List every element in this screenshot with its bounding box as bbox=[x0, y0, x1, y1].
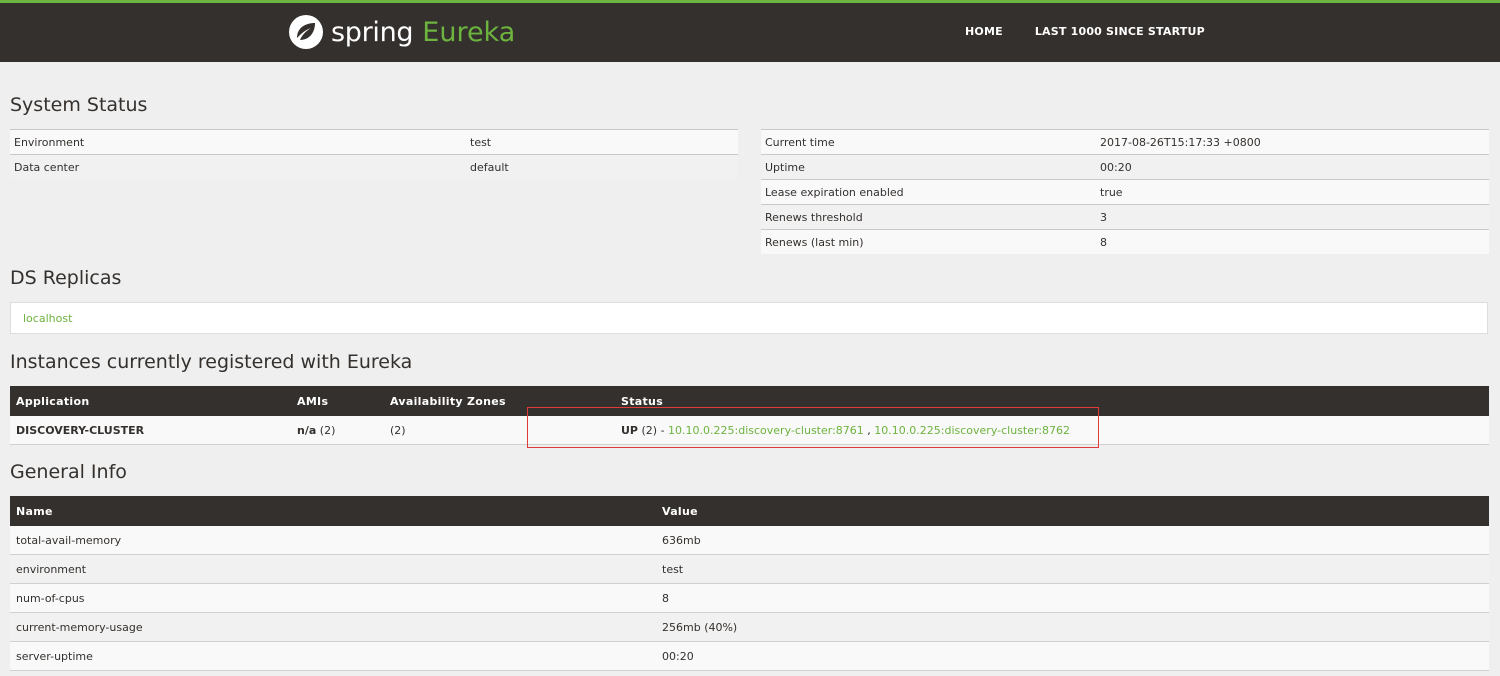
general-info-table: Name Value total-avail-memory 636mb envi… bbox=[10, 496, 1489, 671]
top-navbar: spring Eureka HOME LAST 1000 SINCE START… bbox=[0, 0, 1500, 62]
info-name: num-of-cpus bbox=[10, 583, 656, 613]
column-header: AMIs bbox=[291, 386, 384, 416]
info-value: 256mb (40%) bbox=[656, 612, 1489, 642]
info-value: 636mb bbox=[656, 526, 1489, 555]
column-header: Availability Zones bbox=[384, 386, 615, 416]
general-info-heading: General Info bbox=[10, 461, 127, 483]
table-row: num-of-cpus 8 bbox=[10, 583, 1489, 613]
status-value: 8 bbox=[1096, 229, 1489, 254]
main-nav: HOME LAST 1000 SINCE STARTUP bbox=[965, 25, 1237, 38]
instances-heading: Instances currently registered with Eure… bbox=[10, 351, 413, 373]
table-row: Renews threshold 3 bbox=[761, 204, 1489, 230]
status-key: Uptime bbox=[761, 154, 1096, 180]
status-key: Renews threshold bbox=[761, 204, 1096, 230]
info-name: server-uptime bbox=[10, 641, 656, 671]
brand-logo[interactable]: spring Eureka bbox=[288, 12, 515, 52]
table-row: server-uptime 00:20 bbox=[10, 641, 1489, 671]
instance-link-8761[interactable]: 10.10.0.225:discovery-cluster:8761 bbox=[668, 424, 864, 437]
brand-spring-text: spring bbox=[331, 16, 414, 48]
amis-count: (2) bbox=[319, 423, 336, 437]
table-row: Uptime 00:20 bbox=[761, 154, 1489, 180]
info-name: current-memory-usage bbox=[10, 612, 656, 642]
table-row: Current time 2017-08-26T15:17:33 +0800 bbox=[761, 129, 1489, 155]
link-separator: , bbox=[863, 423, 875, 437]
zones-cell: (2) bbox=[384, 416, 615, 445]
ds-replicas-heading: DS Replicas bbox=[10, 267, 122, 289]
status-key: Current time bbox=[761, 129, 1096, 155]
table-header-row: Name Value bbox=[10, 496, 1489, 526]
nav-last-1000-link[interactable]: LAST 1000 SINCE STARTUP bbox=[1035, 25, 1205, 38]
system-status-heading: System Status bbox=[10, 94, 148, 116]
ds-replicas-list: localhost bbox=[10, 302, 1488, 334]
column-header: Name bbox=[10, 496, 656, 526]
system-status-right-table: Current time 2017-08-26T15:17:33 +0800 U… bbox=[761, 129, 1489, 254]
column-header: Application bbox=[10, 386, 291, 416]
info-value: 8 bbox=[656, 583, 1489, 613]
status-value: true bbox=[1096, 179, 1489, 205]
info-value: test bbox=[656, 554, 1489, 584]
table-row: Environment test bbox=[10, 129, 738, 155]
nav-home-link[interactable]: HOME bbox=[965, 25, 1003, 38]
table-row: Lease expiration enabled true bbox=[761, 179, 1489, 205]
table-row: DISCOVERY-CLUSTER n/a (2) (2) UP (2) - 1… bbox=[10, 416, 1489, 445]
status-up-label: UP bbox=[621, 423, 638, 437]
table-row: current-memory-usage 256mb (40%) bbox=[10, 612, 1489, 642]
table-row: Data center default bbox=[10, 154, 738, 179]
info-value: 00:20 bbox=[656, 641, 1489, 671]
status-key: Environment bbox=[10, 129, 466, 155]
table-row: environment test bbox=[10, 554, 1489, 584]
column-header: Status bbox=[615, 386, 1489, 416]
amis-cell: n/a (2) bbox=[291, 416, 384, 445]
application-name: DISCOVERY-CLUSTER bbox=[10, 416, 291, 445]
status-value: test bbox=[466, 129, 738, 155]
brand-eureka-text: Eureka bbox=[422, 16, 516, 48]
status-count: (2) - bbox=[641, 423, 669, 437]
table-row: total-avail-memory 636mb bbox=[10, 526, 1489, 555]
status-key: Renews (last min) bbox=[761, 229, 1096, 254]
status-key: Lease expiration enabled bbox=[761, 179, 1096, 205]
status-value: 3 bbox=[1096, 204, 1489, 230]
amis-value: n/a bbox=[297, 423, 317, 437]
status-key: Data center bbox=[10, 154, 466, 179]
info-name: total-avail-memory bbox=[10, 526, 656, 555]
instances-table: Application AMIs Availability Zones Stat… bbox=[10, 386, 1489, 445]
status-value: 2017-08-26T15:17:33 +0800 bbox=[1096, 129, 1489, 155]
table-header-row: Application AMIs Availability Zones Stat… bbox=[10, 386, 1489, 416]
info-name: environment bbox=[10, 554, 656, 584]
status-cell: UP (2) - 10.10.0.225:discovery-cluster:8… bbox=[615, 416, 1489, 445]
spring-leaf-icon bbox=[288, 14, 324, 50]
table-row: Renews (last min) 8 bbox=[761, 229, 1489, 254]
column-header: Value bbox=[656, 496, 1489, 526]
replica-link-localhost[interactable]: localhost bbox=[23, 312, 72, 325]
system-status-left-table: Environment test Data center default bbox=[10, 129, 738, 179]
instance-link-8762[interactable]: 10.10.0.225:discovery-cluster:8762 bbox=[874, 424, 1070, 437]
status-value: 00:20 bbox=[1096, 154, 1489, 180]
status-value: default bbox=[466, 154, 738, 179]
